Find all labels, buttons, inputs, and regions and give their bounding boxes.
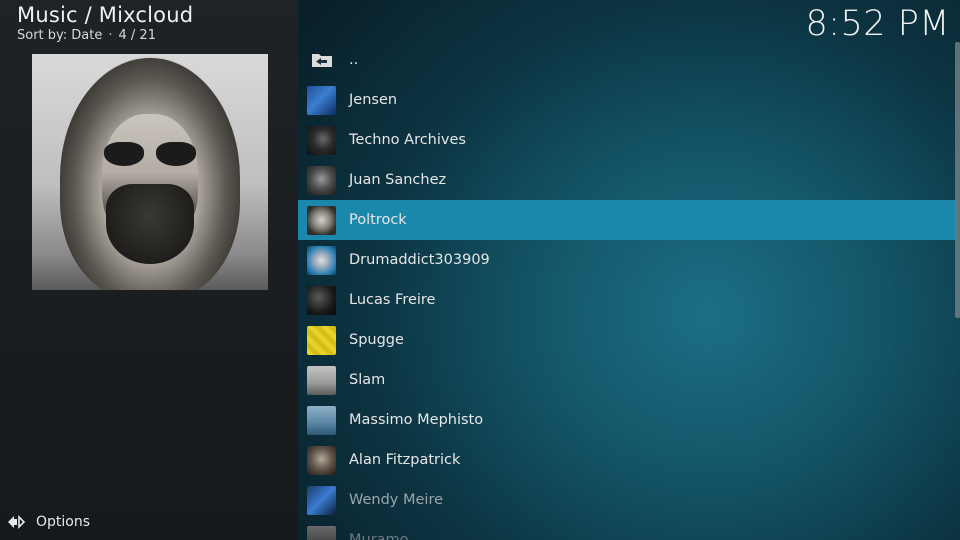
list-item-selected[interactable]: Poltrock	[298, 200, 956, 240]
spugge-thumbnail	[307, 325, 336, 355]
list-item[interactable]: Alan Fitzpatrick	[298, 440, 956, 480]
list-item-label: Spugge	[349, 332, 404, 348]
list-item-label: Slam	[349, 372, 386, 388]
kodi-window: Music / Mixcloud Sort by: Date · 4 / 21 Op…	[0, 0, 960, 540]
selected-item-artwork	[32, 54, 268, 290]
techno-archives-thumbnail	[307, 125, 336, 155]
list-panel: 8:52 PM .. Jensen Techno Archives Juan S…	[298, 0, 960, 540]
list-scrollbar[interactable]	[955, 42, 960, 318]
alan-fitzpatrick-thumbnail	[307, 445, 336, 475]
list-item-parent-folder[interactable]: ..	[298, 40, 956, 80]
list-item-label: Wendy Meire	[349, 492, 444, 508]
list-item[interactable]: Juan Sanchez	[298, 160, 956, 200]
separator: ·	[108, 28, 113, 43]
info-panel: Music / Mixcloud Sort by: Date · 4 / 21 Op…	[0, 0, 298, 540]
list-item[interactable]: Jensen	[298, 80, 956, 120]
list-item-label: Muramo	[349, 532, 409, 540]
list-item-label: Techno Archives	[349, 132, 466, 148]
list-item-label: Juan Sanchez	[349, 172, 447, 188]
sort-info: Sort by: Date · 4 / 21	[17, 28, 156, 43]
list-item[interactable]: Techno Archives	[298, 120, 956, 160]
sort-label[interactable]: Sort by: Date	[17, 28, 102, 43]
juan-sanchez-thumbnail	[307, 165, 336, 195]
list-item[interactable]: Slam	[298, 360, 956, 400]
list-item-label: Poltrock	[349, 212, 407, 228]
media-list: .. Jensen Techno Archives Juan Sanchez P…	[298, 40, 956, 540]
list-item[interactable]: Lucas Freire	[298, 280, 956, 320]
poltrock-thumbnail	[307, 205, 336, 235]
list-item-label: Lucas Freire	[349, 292, 436, 308]
massimo-mephisto-thumbnail	[307, 405, 336, 435]
options-arrows-icon	[8, 515, 26, 529]
list-item[interactable]: Wendy Meire	[298, 480, 956, 520]
drumaddict-thumbnail	[307, 245, 336, 275]
options-button[interactable]: Options	[6, 512, 90, 532]
list-item[interactable]: Drumaddict303909	[298, 240, 956, 280]
clock: 8:52 PM	[805, 4, 950, 44]
slam-thumbnail	[307, 365, 336, 395]
options-label: Options	[36, 514, 91, 530]
list-item-label: Jensen	[349, 92, 398, 108]
jensen-thumbnail	[307, 85, 336, 115]
list-item-label: Drumaddict303909	[349, 252, 490, 268]
folder-back-icon	[307, 46, 336, 75]
list-item-label: Massimo Mephisto	[349, 412, 484, 428]
list-item[interactable]: Massimo Mephisto	[298, 400, 956, 440]
list-item-label: ..	[349, 52, 359, 68]
page-title: Music / Mixcloud	[17, 3, 194, 27]
lucas-freire-thumbnail	[307, 285, 336, 315]
item-position: 4 / 21	[118, 28, 156, 43]
list-item[interactable]: Spugge	[298, 320, 956, 360]
list-item-label: Alan Fitzpatrick	[349, 452, 461, 468]
list-item[interactable]: Muramo	[298, 520, 956, 540]
muramo-thumbnail	[307, 525, 336, 540]
wendy-meire-thumbnail	[307, 485, 336, 515]
